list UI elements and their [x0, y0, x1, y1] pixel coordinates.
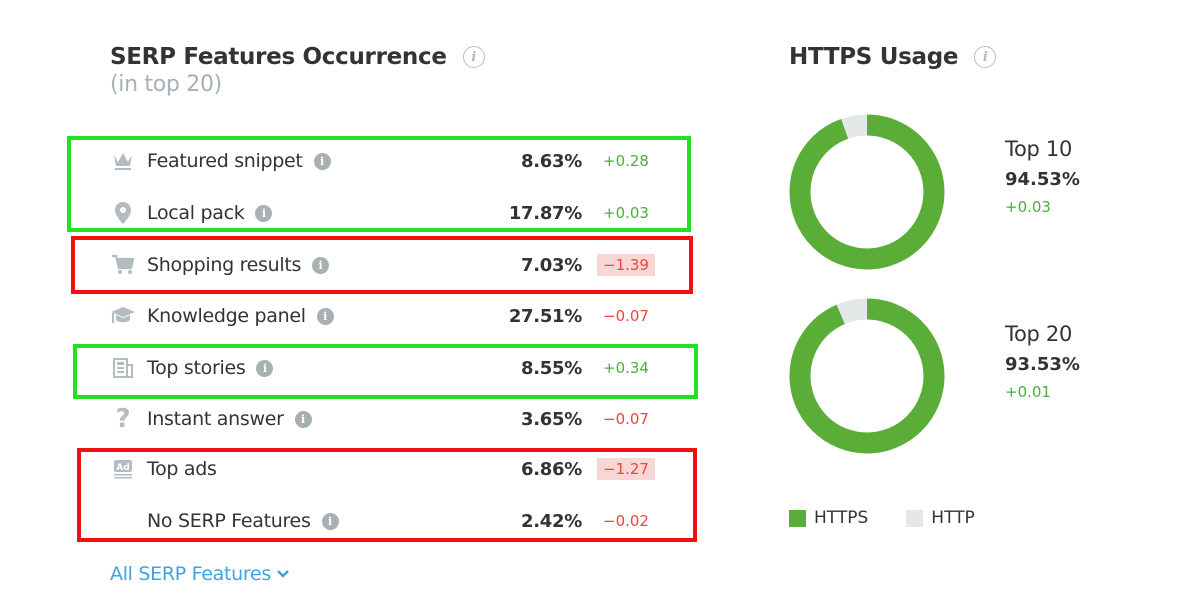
serp-feature-percent: 6.86%: [521, 458, 582, 480]
serp-feature-label: Knowledge panel: [147, 305, 306, 327]
donut-label-change: +0.03: [1005, 198, 1051, 216]
info-icon[interactable]: i: [256, 359, 274, 377]
legend-swatch: [906, 509, 924, 527]
info-icon[interactable]: i: [255, 204, 273, 222]
map-pin-icon: [110, 200, 136, 226]
chevron-down-icon: [276, 569, 290, 579]
serp-features-title: SERP Features Occurrence: [110, 44, 447, 70]
info-icon[interactable]: i: [316, 307, 334, 325]
serp-features-title-row: SERP Features Occurrence i: [110, 44, 710, 70]
serp-feature-row: ? Instant answer i 3.65% −0.07: [110, 404, 650, 434]
https-legend: HTTPS HTTP: [789, 508, 1013, 528]
serp-feature-change: −0.02: [603, 512, 649, 530]
serp-feature-change: −0.07: [603, 410, 649, 428]
serp-feature-row: Featured snippet i 8.63% +0.28: [110, 146, 650, 176]
crown-icon: [110, 148, 136, 174]
serp-feature-change: −1.27: [597, 458, 655, 480]
serp-features-subtitle: (in top 20): [110, 72, 222, 97]
donut-label-top20: Top 20 93.53% +0.01: [1005, 322, 1080, 401]
svg-text:Ad: Ad: [116, 463, 129, 473]
serp-feature-percent: 3.65%: [521, 408, 582, 430]
serp-feature-label: No SERP Features: [147, 510, 311, 532]
serp-feature-percent: 2.42%: [521, 510, 582, 532]
donut-label-title: Top 10: [1005, 137, 1073, 161]
legend-label: HTTP: [931, 508, 975, 528]
serp-feature-row: No SERP Features i 2.42% −0.02: [110, 506, 650, 536]
serp-feature-row: Shopping results i 7.03% −1.39: [110, 250, 655, 280]
serp-feature-change: −0.07: [603, 307, 649, 325]
serp-feature-label: Shopping results: [147, 254, 302, 276]
info-icon[interactable]: i: [294, 410, 312, 428]
serp-feature-label: Top stories: [147, 357, 246, 379]
info-icon[interactable]: i: [974, 46, 997, 68]
legend-item-https[interactable]: HTTPS: [789, 508, 868, 528]
serp-feature-label: Instant answer: [147, 408, 284, 430]
donut-label-title: Top 20: [1005, 322, 1073, 346]
serp-feature-percent: 8.63%: [521, 150, 582, 172]
donut-label-value: 94.53%: [1005, 169, 1080, 190]
serp-feature-label: Local pack: [147, 202, 245, 224]
graduation-cap-icon: [110, 303, 136, 329]
serp-features-panel: SERP Features Occurrence i (in top 20): [110, 44, 710, 97]
serp-feature-row: Ad Top ads 6.86% −1.27: [110, 454, 655, 484]
serp-feature-row: Local pack i 17.87% +0.03: [110, 198, 650, 228]
info-icon[interactable]: i: [312, 256, 330, 274]
ad-icon: Ad: [110, 456, 136, 482]
donut-label-top10: Top 10 94.53% +0.03: [1005, 137, 1080, 216]
legend-label: HTTPS: [814, 508, 869, 528]
question-mark-icon: ?: [115, 404, 131, 434]
donut-label-value: 93.53%: [1005, 354, 1080, 375]
info-icon[interactable]: i: [462, 46, 485, 68]
legend-item-http[interactable]: HTTP: [906, 508, 975, 528]
https-usage-title: HTTPS Usage: [789, 44, 959, 70]
info-icon[interactable]: i: [321, 512, 339, 530]
serp-feature-percent: 27.51%: [508, 305, 582, 327]
donut-label-change: +0.01: [1005, 383, 1051, 401]
serp-feature-change: +0.03: [603, 204, 649, 222]
serp-feature-label: Top ads: [147, 458, 217, 480]
donut-arc-https: [789, 298, 945, 454]
serp-feature-percent: 7.03%: [521, 254, 582, 276]
serp-feature-label: Featured snippet: [147, 150, 303, 172]
no-icon-placeholder: [110, 508, 136, 534]
all-serp-features-link[interactable]: All SERP Features: [110, 563, 290, 585]
serp-feature-percent: 8.55%: [521, 357, 582, 379]
info-icon[interactable]: i: [313, 152, 331, 170]
donut-chart-top10: [789, 114, 945, 270]
https-usage-title-row: HTTPS Usage i: [789, 44, 997, 70]
serp-feature-change: +0.34: [603, 359, 649, 377]
serp-feature-change: +0.28: [603, 152, 649, 170]
donut-chart-top20: [789, 298, 945, 454]
serp-feature-percent: 17.87%: [508, 202, 582, 224]
serp-feature-row: Knowledge panel i 27.51% −0.07: [110, 301, 650, 331]
newspaper-icon: [110, 355, 136, 381]
serp-feature-row: Top stories i 8.55% +0.34: [110, 353, 650, 383]
serp-feature-change: −1.39: [597, 254, 655, 276]
all-serp-features-label: All SERP Features: [110, 563, 271, 585]
donut-arc-https: [789, 114, 945, 270]
legend-swatch: [789, 509, 806, 527]
shopping-cart-icon: [110, 252, 136, 278]
